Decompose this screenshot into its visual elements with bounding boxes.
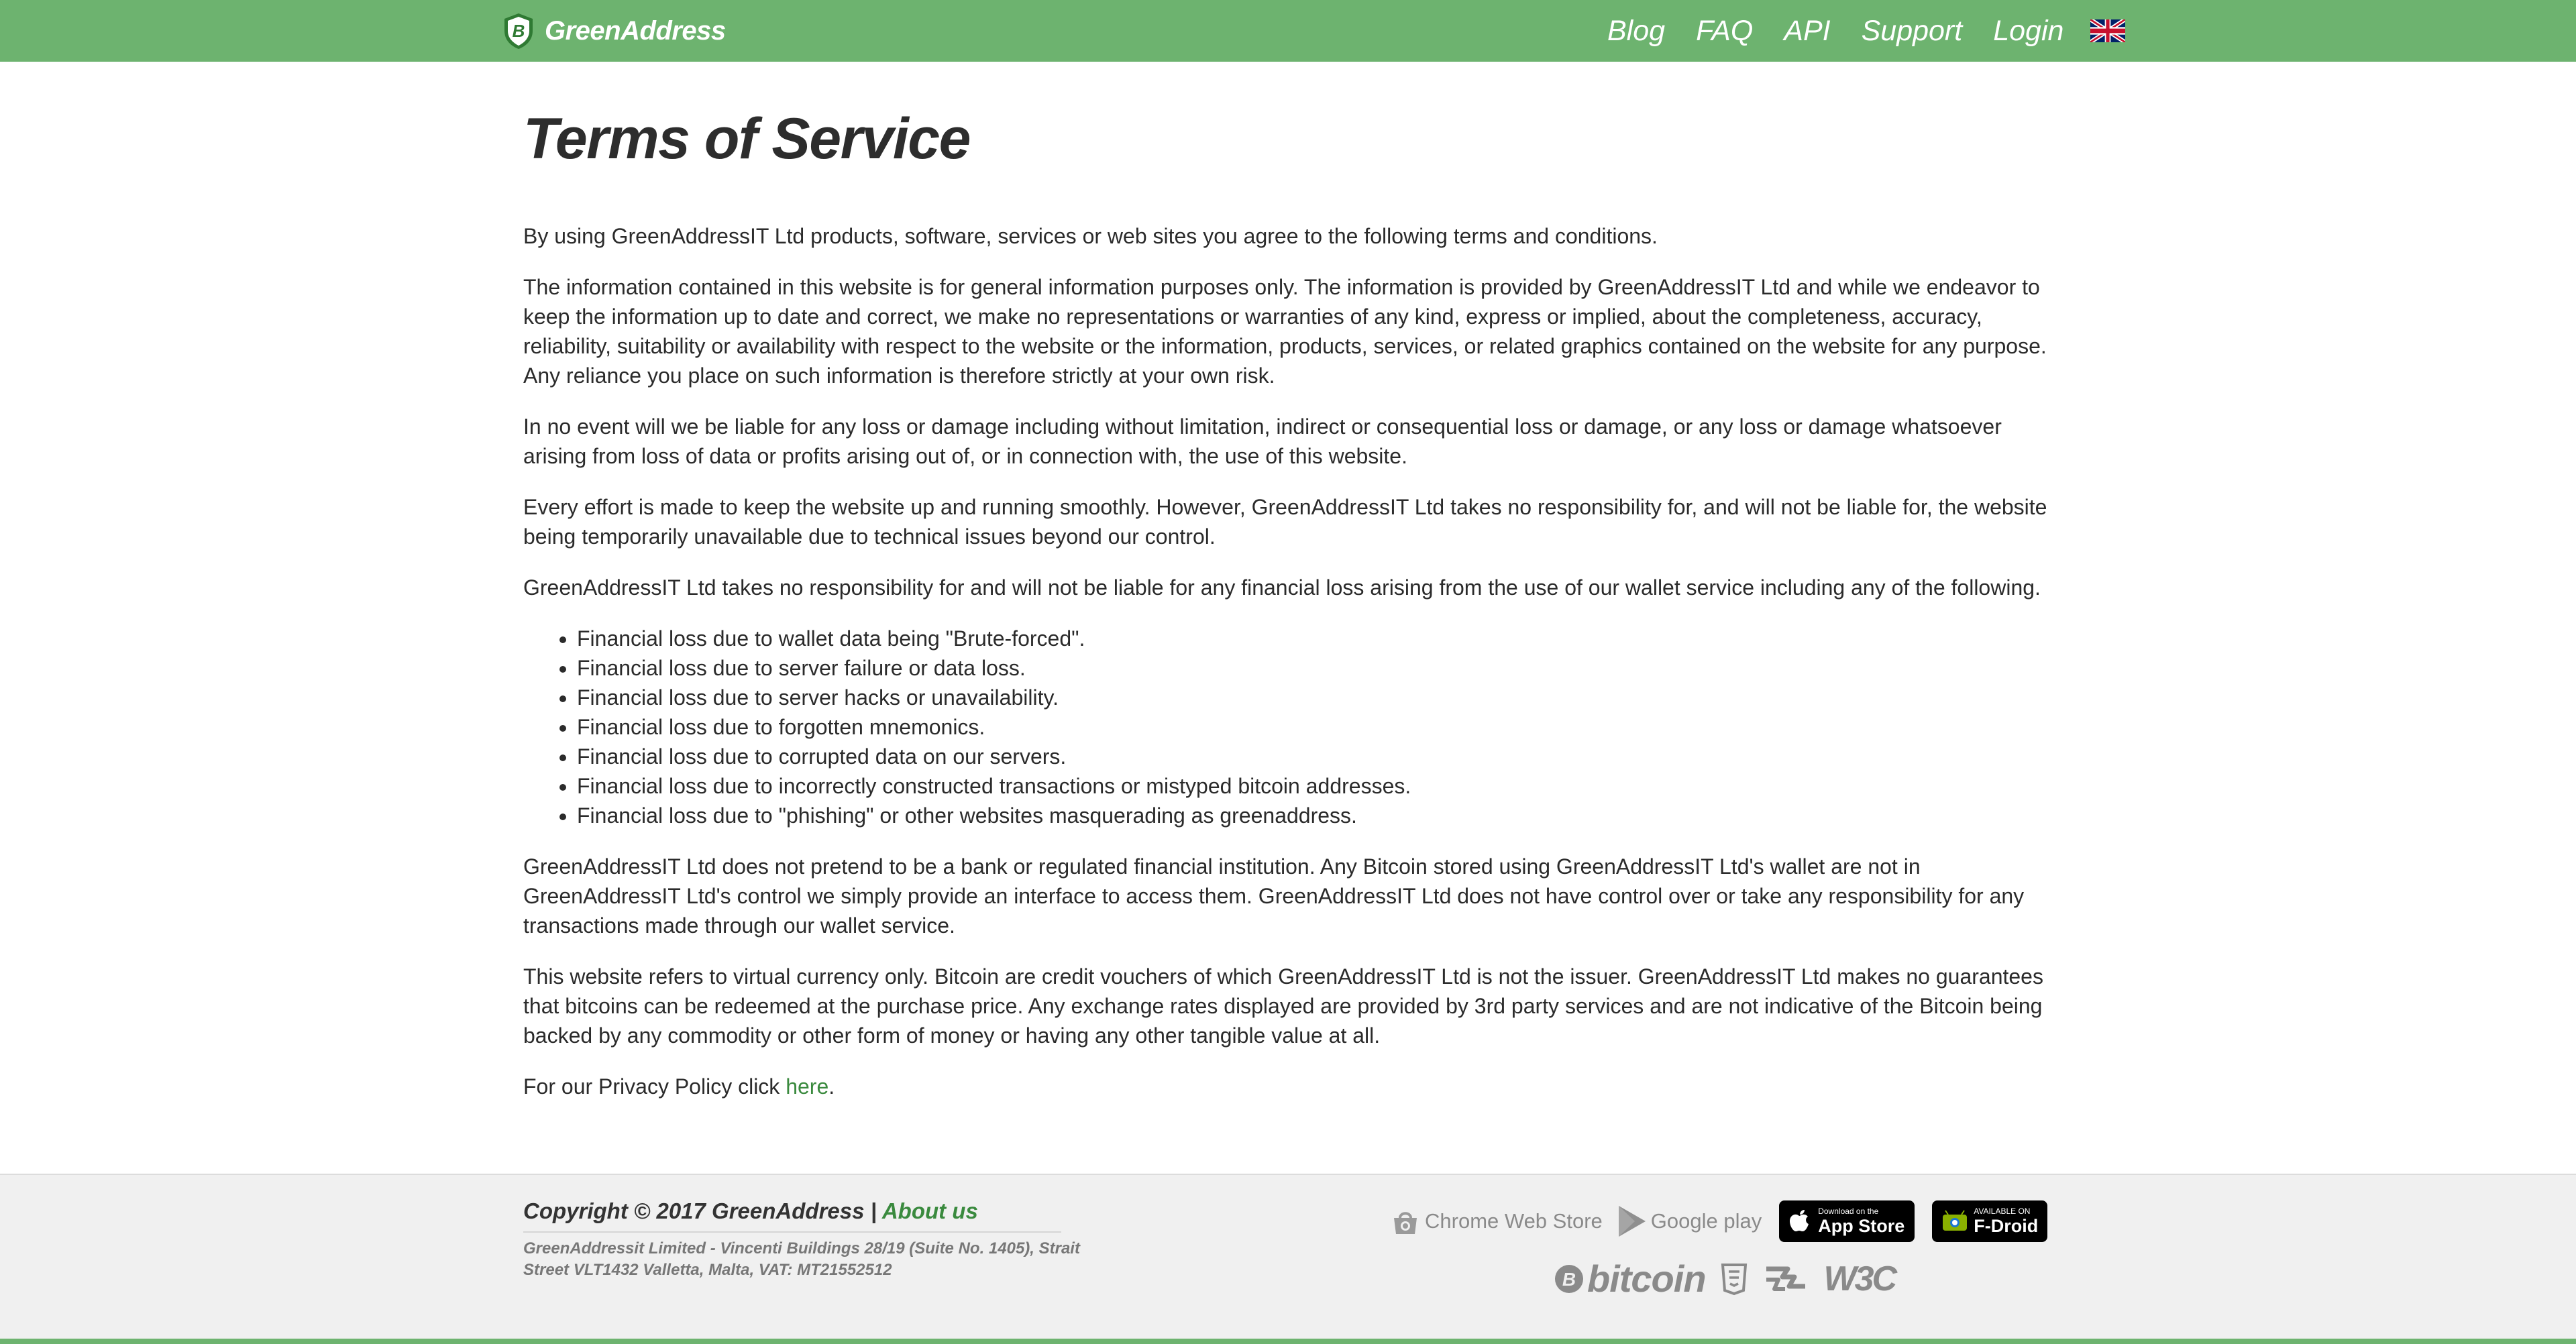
top-navbar: B GreenAddress Blog FAQ API Support Logi… <box>0 0 2576 62</box>
connectivity-icon <box>1766 1266 1805 1291</box>
footer-copyright: Copyright © 2017 GreenAddress | About us <box>523 1195 978 1227</box>
privacy-prefix: For our Privacy Policy click <box>523 1074 786 1099</box>
footer-divider <box>523 1231 1061 1233</box>
about-us-link[interactable]: About us <box>882 1198 978 1223</box>
google-play-label: Google play <box>1650 1209 1762 1233</box>
uk-flag-language-icon[interactable] <box>2090 19 2126 42</box>
google-play-link[interactable]: Google play <box>1616 1205 1762 1238</box>
app-store-label: App Store <box>1818 1216 1905 1236</box>
main-nav: Blog FAQ API Support Login <box>1607 12 2126 50</box>
f-droid-badge[interactable]: AVAILABLE ON F-Droid <box>1932 1200 2048 1242</box>
terms-paragraph: Every effort is made to keep the website… <box>523 495 2047 549</box>
terms-paragraph: In no event will we be liable for any lo… <box>523 414 2002 468</box>
brand-logo-link[interactable]: B GreenAddress <box>502 12 726 50</box>
list-item: Financial loss due to incorrectly constr… <box>577 771 2053 801</box>
svg-text:B: B <box>1562 1269 1576 1290</box>
company-address: GreenAddressit Limited - Vincenti Buildi… <box>523 1239 1080 1279</box>
brand-name: GreenAddress <box>545 16 726 46</box>
terms-content: Terms of Service By using GreenAddressIT… <box>523 102 2053 1101</box>
bitcoin-logo-text: bitcoin <box>1587 1257 1707 1300</box>
nav-support-link[interactable]: Support <box>1862 12 1963 50</box>
nav-login-link[interactable]: Login <box>1993 12 2063 50</box>
list-item: Financial loss due to wallet data being … <box>577 624 2053 653</box>
terms-paragraph: By using GreenAddressIT Ltd products, so… <box>523 224 1658 248</box>
terms-paragraph: This website refers to virtual currency … <box>523 964 2043 1048</box>
privacy-policy-line: For our Privacy Policy click here. <box>523 1072 2053 1101</box>
list-item: Financial loss due to corrupted data on … <box>577 742 2053 771</box>
svg-text:B: B <box>513 21 525 41</box>
w3c-logo-text: W3C <box>1823 1259 1898 1298</box>
html5-icon <box>1721 1264 1747 1296</box>
google-play-icon <box>1618 1206 1646 1237</box>
list-item: Financial loss due to server failure or … <box>577 653 2053 683</box>
chrome-web-store-icon <box>1394 1212 1417 1234</box>
bitcoin-icon: B <box>1555 1265 1583 1293</box>
footer <box>0 1174 2576 1344</box>
tech-logos: B bitcoin W3C <box>1554 1257 1898 1301</box>
app-store-small-text: Download on the <box>1818 1207 1879 1216</box>
f-droid-icon <box>1943 1210 1968 1231</box>
privacy-policy-link[interactable]: here <box>786 1074 828 1099</box>
store-badges: Chrome Web Store Google play Download on… <box>1390 1199 2048 1243</box>
list-item: Financial loss due to forgotten mnemonic… <box>577 712 2053 742</box>
list-item: Financial loss due to server hacks or un… <box>577 683 2053 712</box>
footer-bottom-accent <box>0 1339 2576 1344</box>
page-title: Terms of Service <box>523 107 971 171</box>
f-droid-label: F-Droid <box>1974 1216 2039 1236</box>
apple-icon <box>1790 1210 1809 1231</box>
list-item: Financial loss due to "phishing" or othe… <box>577 801 2053 830</box>
app-store-badge[interactable]: Download on the App Store <box>1779 1200 1915 1242</box>
copyright-text: Copyright © 2017 GreenAddress | <box>523 1198 882 1223</box>
chrome-web-store-label: Chrome Web Store <box>1425 1209 1603 1233</box>
privacy-suffix: . <box>828 1074 835 1099</box>
greenaddress-logo-icon: B <box>504 13 533 49</box>
nav-faq-link[interactable]: FAQ <box>1696 12 1753 50</box>
terms-paragraph: The information contained in this websit… <box>523 275 2047 388</box>
chrome-web-store-link[interactable]: Chrome Web Store <box>1390 1206 1603 1237</box>
financial-loss-list: Financial loss due to wallet data being … <box>523 624 2053 830</box>
terms-paragraph: GreenAddressIT Ltd does not pretend to b… <box>523 854 2025 938</box>
nav-blog-link[interactable]: Blog <box>1607 12 1665 50</box>
nav-api-link[interactable]: API <box>1784 12 1830 50</box>
f-droid-small-text: AVAILABLE ON <box>1974 1207 2031 1216</box>
terms-paragraph: GreenAddressIT Ltd takes no responsibili… <box>523 575 2041 600</box>
